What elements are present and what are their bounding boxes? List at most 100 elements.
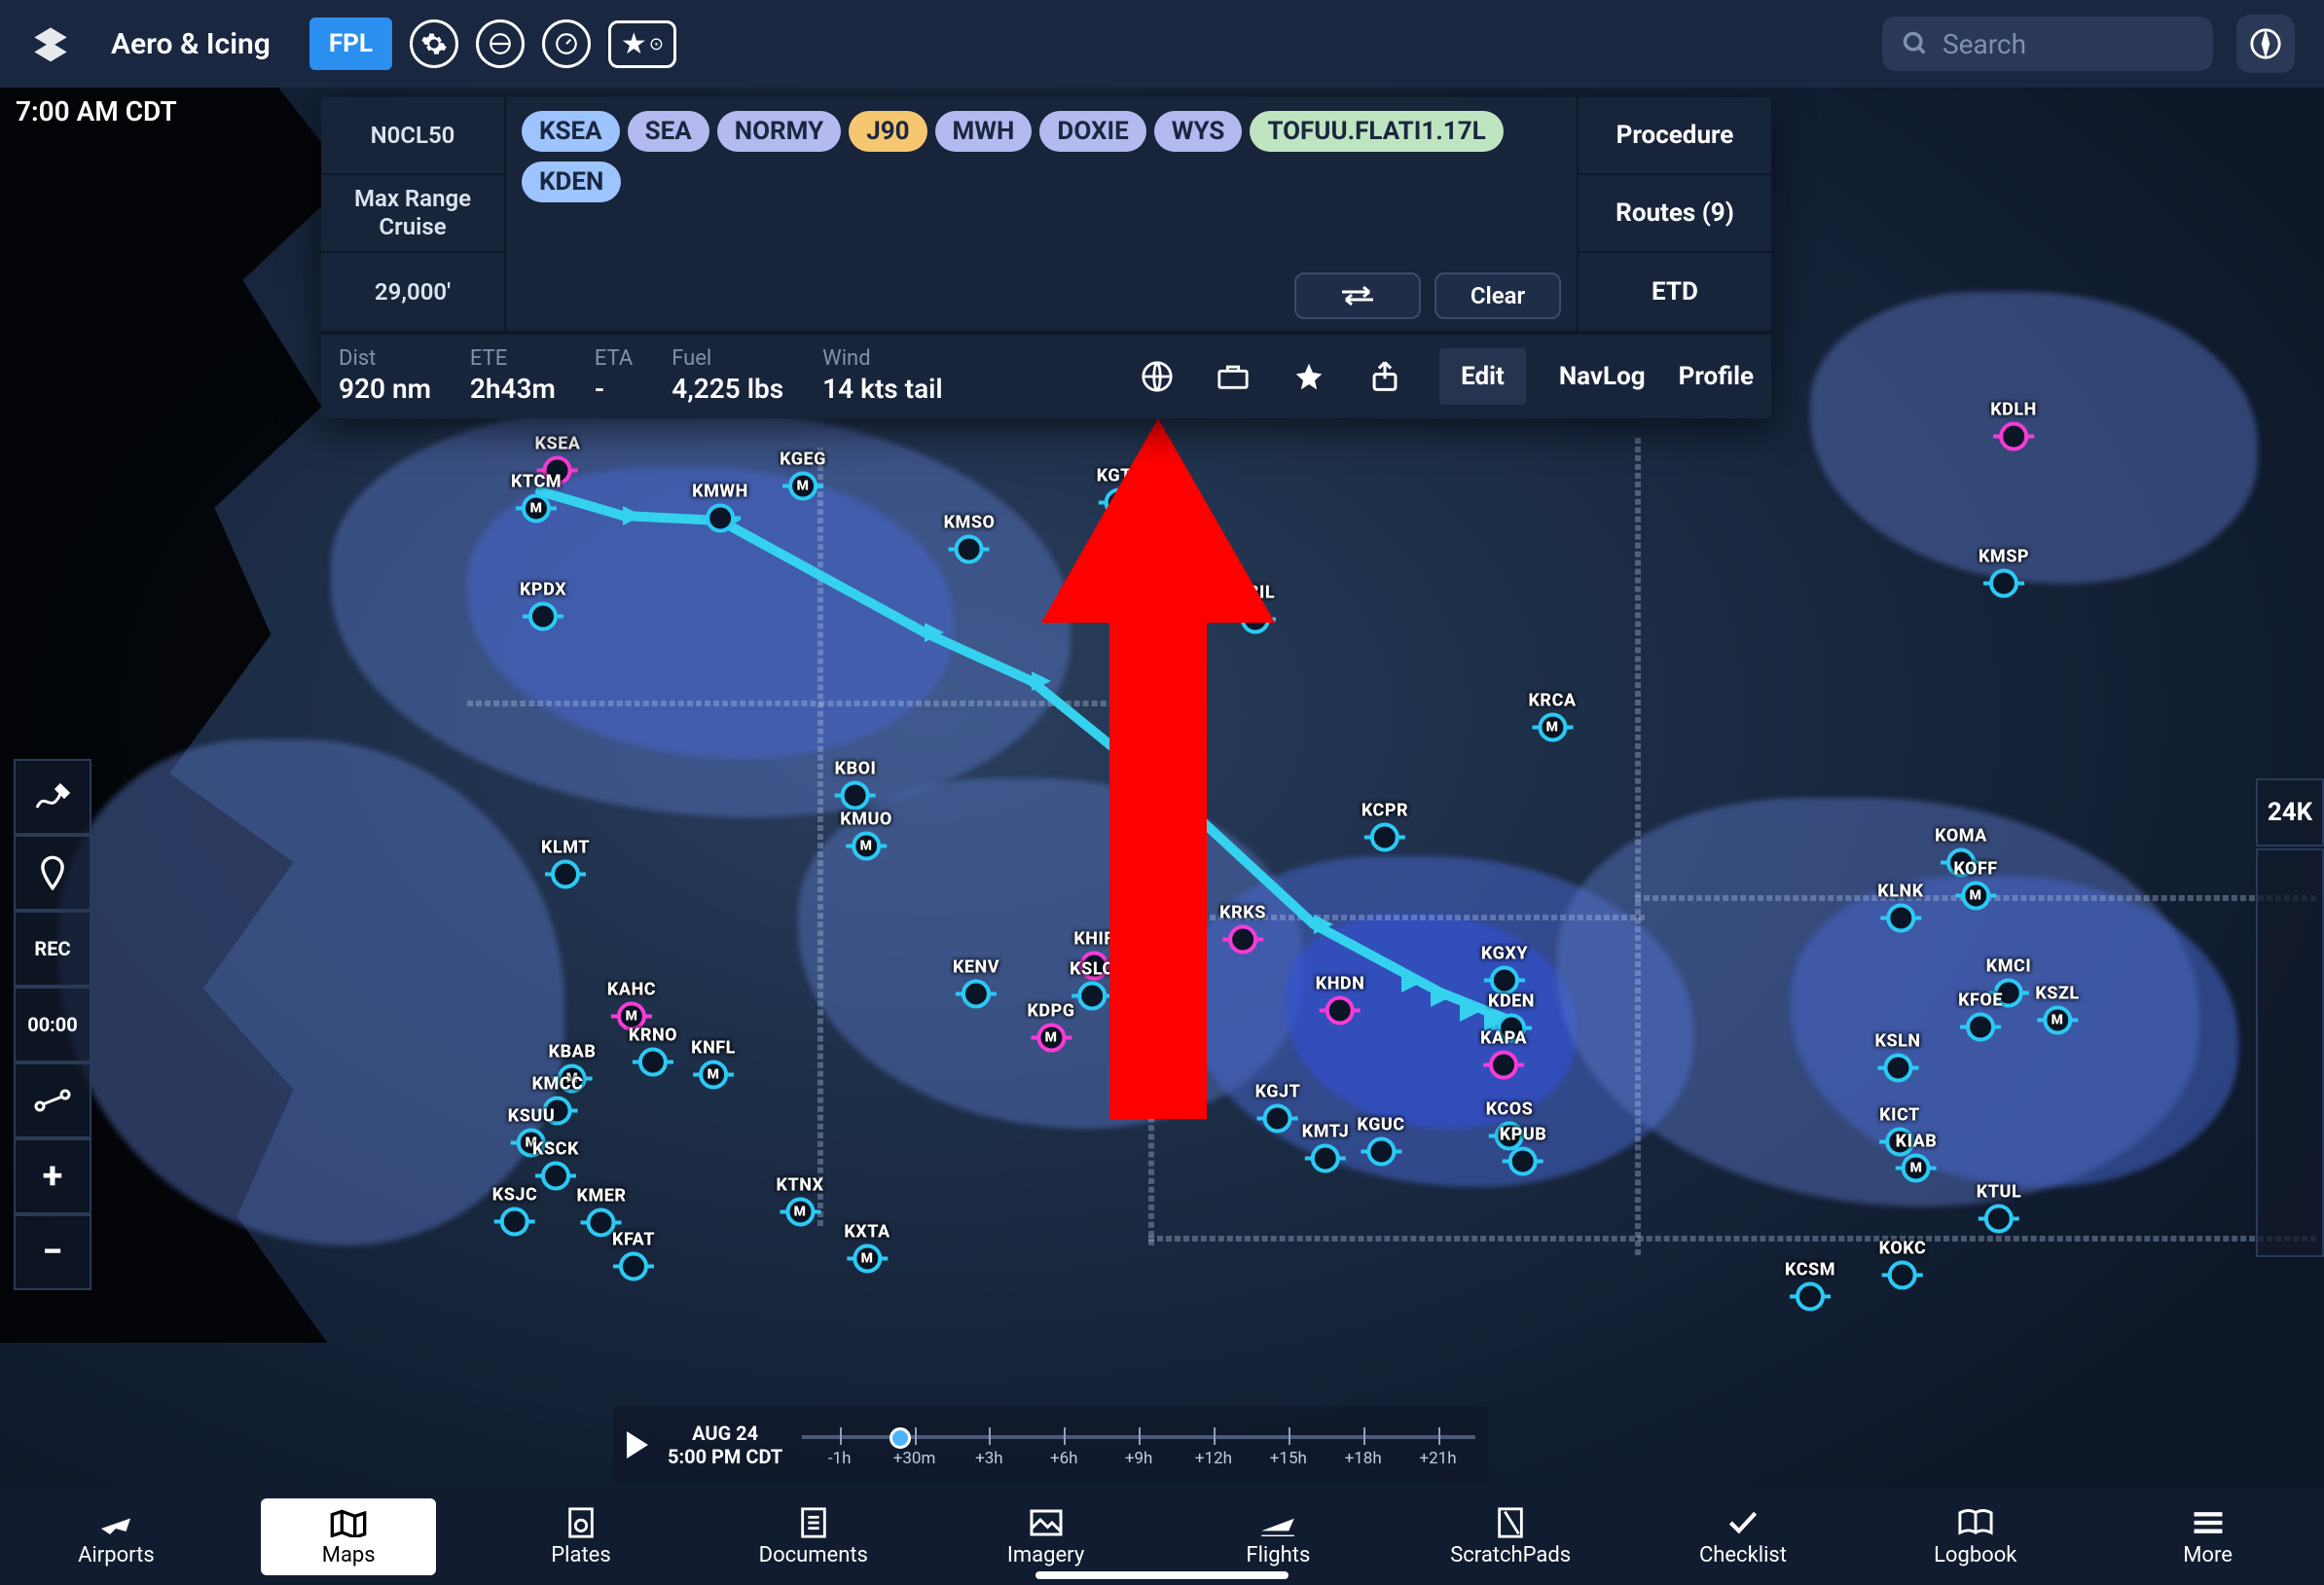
zoom-out-button[interactable]: − [14, 1214, 91, 1290]
record-button[interactable]: REC [14, 911, 91, 987]
airport-marker[interactable]: KCSM [1785, 1260, 1835, 1312]
edit-button[interactable]: Edit [1439, 348, 1526, 405]
airport-marker[interactable]: KCPR [1362, 801, 1408, 852]
scrubber-tick[interactable]: -1h [802, 1422, 877, 1468]
airport-marker[interactable]: KMTJ [1302, 1122, 1349, 1173]
tab-flights[interactable]: Flights [1190, 1506, 1365, 1567]
zoom-level[interactable]: 24K [2256, 778, 2324, 847]
route-chip[interactable]: J90 [849, 111, 926, 152]
airport-marker[interactable]: KLNK [1877, 882, 1923, 933]
tab-more[interactable]: More [2121, 1506, 2296, 1567]
airport-marker[interactable]: KAPA [1480, 1028, 1527, 1080]
airport-marker[interactable]: KBOI [835, 759, 877, 811]
airport-marker[interactable]: KNFLM [691, 1038, 736, 1090]
scrubber-tick[interactable]: +6h [1027, 1422, 1102, 1468]
fpl-button[interactable]: FPL [309, 18, 392, 70]
airport-marker[interactable]: KMSP [1979, 547, 2029, 598]
star-icon[interactable] [1288, 355, 1330, 398]
tab-checklist[interactable]: Checklist [1655, 1506, 1831, 1567]
airport-marker[interactable]: KPUB [1500, 1125, 1547, 1176]
tab-documents[interactable]: Documents [726, 1506, 901, 1567]
scrubber-tick[interactable]: +30m [877, 1422, 952, 1468]
tab-airports[interactable]: Airports [28, 1506, 203, 1567]
tab-plates[interactable]: Plates [493, 1506, 669, 1567]
tab-logbook[interactable]: Logbook [1888, 1506, 2063, 1567]
scrubber-tick[interactable]: +12h [1177, 1422, 1252, 1468]
gauge-icon[interactable] [542, 19, 591, 68]
settings-icon[interactable] [410, 19, 458, 68]
airport-marker[interactable]: KENV [953, 957, 999, 1009]
tab-scratchpads[interactable]: ScratchPads [1423, 1506, 1598, 1567]
search-input[interactable]: Search [1882, 17, 2213, 71]
airport-marker[interactable]: KMSO [944, 513, 996, 564]
scrubber-tick[interactable]: +21h [1400, 1422, 1475, 1468]
scrubber-track[interactable]: -1h+30m+3h+6h+9h+12h+15h+18h+21h [802, 1422, 1475, 1468]
airport-marker[interactable]: KSLN [1874, 1031, 1920, 1083]
scrubber-tick[interactable]: +15h [1251, 1422, 1325, 1468]
scrubber-tick[interactable]: +9h [1102, 1422, 1177, 1468]
compass-button[interactable] [2236, 15, 2295, 73]
procedure-button[interactable]: Procedure [1579, 97, 1771, 175]
airport-marker[interactable]: KMUOM [840, 810, 892, 861]
overlay-label[interactable]: Aero & Icing [111, 27, 271, 61]
swap-button[interactable] [1294, 272, 1421, 319]
share-icon[interactable] [1363, 355, 1406, 398]
favorite-timer-icon[interactable]: ★⊙ [608, 20, 676, 68]
airport-marker[interactable]: KRNO [629, 1026, 677, 1077]
route-chip[interactable]: TOFUU.FLATI1.17L [1250, 111, 1503, 152]
draw-tool[interactable] [14, 759, 91, 835]
airport-marker[interactable]: KDLH [1990, 400, 2037, 451]
marker-tool[interactable] [14, 835, 91, 911]
airport-marker[interactable]: KLMT [541, 838, 590, 889]
airport-marker[interactable]: KTUL [1977, 1182, 2021, 1234]
airport-marker[interactable]: KRCAM [1528, 691, 1576, 742]
zoom-slider[interactable] [2256, 848, 2324, 1257]
navlog-button[interactable]: NavLog [1559, 362, 1646, 391]
clear-button[interactable]: Clear [1434, 272, 1561, 319]
airport-marker[interactable]: KFAT [612, 1230, 655, 1281]
airport-marker[interactable]: KHDN [1316, 974, 1365, 1026]
airport-marker[interactable]: KGXY [1481, 944, 1528, 995]
cruise-profile[interactable]: Max Range Cruise [321, 175, 504, 253]
route-chip[interactable]: KDEN [522, 162, 621, 202]
airport-marker[interactable]: KAHCM [607, 980, 656, 1031]
layers-button[interactable] [29, 22, 72, 65]
aircraft-callsign[interactable]: N0CL50 [321, 97, 504, 175]
airport-marker[interactable]: KSCK [532, 1139, 579, 1191]
briefcase-icon[interactable] [1212, 355, 1254, 398]
route-tool[interactable] [14, 1063, 91, 1138]
zoom-in-button[interactable]: + [14, 1138, 91, 1214]
airport-marker[interactable]: KOFFM [1953, 859, 1997, 911]
profile-button[interactable]: Profile [1679, 362, 1754, 391]
send-globe-icon[interactable] [1136, 355, 1179, 398]
airport-marker[interactable]: KSZLM [2035, 984, 2079, 1035]
route-string[interactable]: KSEASEANORMYJ90MWHDOXIEWYSTOFUU.FLATI1.1… [506, 97, 1577, 331]
airport-marker[interactable]: KIABM [1896, 1132, 1938, 1183]
scrubber-tick[interactable]: +3h [952, 1422, 1027, 1468]
airport-marker[interactable]: KTCMM [511, 472, 562, 523]
airport-marker[interactable]: KXTAM [844, 1222, 890, 1274]
airport-marker[interactable]: KGEGM [780, 450, 826, 501]
routes-button[interactable]: Routes (9) [1579, 175, 1771, 253]
route-chip[interactable]: WYS [1154, 111, 1243, 152]
route-chip[interactable]: NORMY [717, 111, 841, 152]
globe-icon[interactable] [476, 19, 525, 68]
airport-marker[interactable]: KTNXM [776, 1175, 823, 1227]
airport-marker[interactable]: KOKC [1879, 1239, 1927, 1290]
route-chip[interactable]: SEA [628, 111, 709, 152]
tab-imagery[interactable]: Imagery [959, 1506, 1134, 1567]
airport-marker[interactable]: KPDX [520, 580, 566, 631]
airport-marker[interactable]: KSJC [492, 1185, 538, 1237]
route-chip[interactable]: KSEA [522, 111, 620, 152]
time-scrubber[interactable]: AUG 245:00 PM CDT -1h+30m+3h+6h+9h+12h+1… [613, 1406, 1489, 1484]
cruise-altitude[interactable]: 29,000' [321, 253, 504, 331]
airport-marker[interactable]: KFOE [1958, 991, 2003, 1042]
play-button[interactable] [627, 1431, 648, 1459]
etd-button[interactable]: ETD [1579, 253, 1771, 331]
route-chip[interactable]: DOXIE [1039, 111, 1145, 152]
airport-marker[interactable]: KMWH [692, 482, 748, 533]
route-chip[interactable]: MWH [935, 111, 1033, 152]
tab-maps[interactable]: Maps [261, 1498, 436, 1575]
airport-marker[interactable]: KGUC [1357, 1115, 1404, 1167]
scrubber-tick[interactable]: +18h [1325, 1422, 1400, 1468]
